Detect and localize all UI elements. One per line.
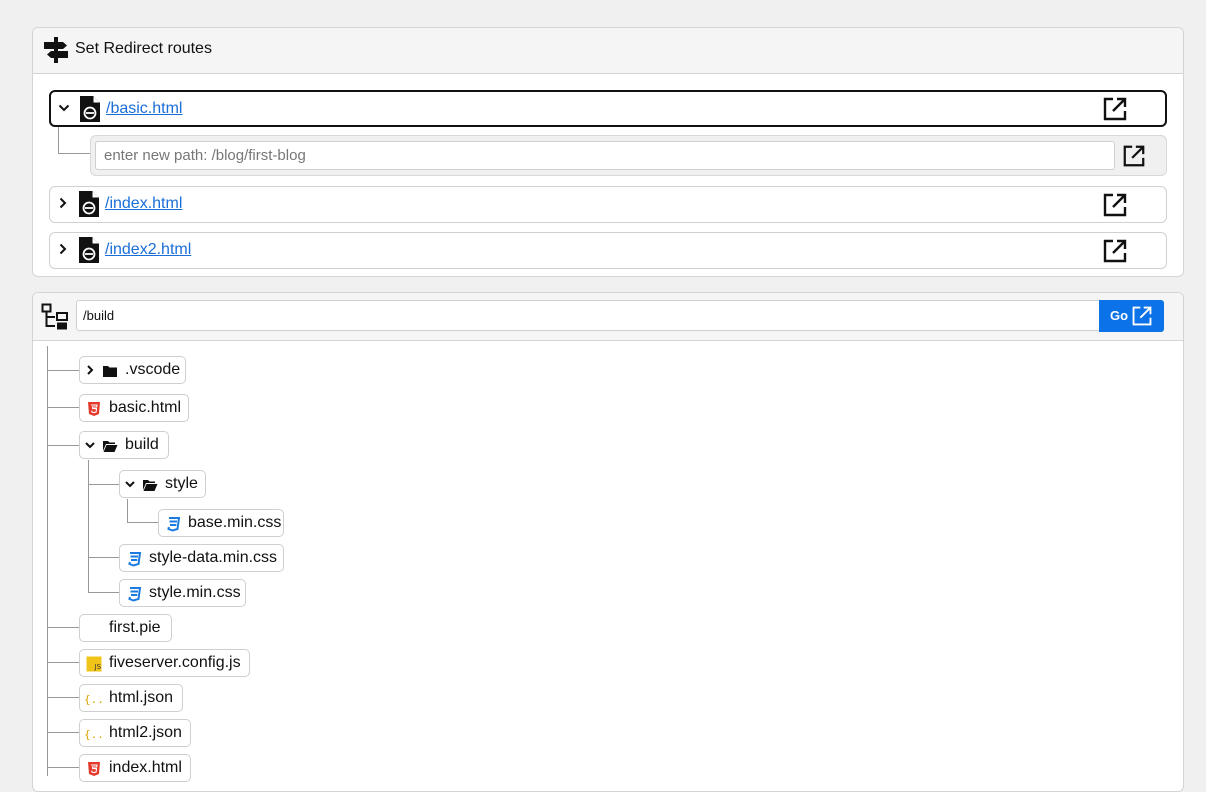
- tree-node-file[interactable]: style-data.min.css: [119, 544, 284, 572]
- folder-open-icon: [143, 480, 158, 491]
- tree-node-folder[interactable]: .vscode: [79, 356, 186, 384]
- tree-node-folder[interactable]: style: [119, 470, 206, 498]
- tree-node-folder[interactable]: build: [79, 431, 169, 459]
- file-link-icon: [80, 96, 100, 122]
- tree-line: [88, 592, 119, 593]
- svg-text:JS: JS: [94, 663, 102, 671]
- tree-line: [47, 407, 79, 408]
- tree-line: [127, 499, 128, 523]
- route-item[interactable]: /index2.html: [49, 232, 1167, 269]
- route-item[interactable]: /basic.html: [49, 90, 1167, 127]
- new-route-row: [90, 135, 1167, 176]
- css3-icon: [128, 552, 142, 567]
- css3-icon: [128, 587, 142, 602]
- js-icon: JS: [86, 656, 102, 672]
- svg-text:{..}: {..}: [84, 728, 104, 741]
- tree-line: [88, 484, 119, 485]
- node-label: style-data.min.css: [149, 549, 278, 566]
- json-icon: {..}: [84, 728, 104, 741]
- go-button[interactable]: Go: [1099, 300, 1164, 332]
- tree-line: [127, 522, 158, 523]
- route-link[interactable]: /index2.html: [105, 241, 191, 259]
- node-label: build: [125, 436, 159, 453]
- external-link-icon[interactable]: [1102, 96, 1128, 122]
- file-tree-icon: [41, 303, 68, 330]
- tree-node-file[interactable]: basic.html: [79, 394, 189, 422]
- new-path-input[interactable]: [95, 141, 1115, 170]
- tree-line: [88, 557, 119, 558]
- folder-open-icon: [103, 441, 118, 452]
- external-link-icon[interactable]: [1102, 192, 1128, 218]
- tree-node-file[interactable]: base.min.css: [158, 509, 284, 537]
- folder-icon: [103, 366, 117, 377]
- path-input[interactable]: [76, 300, 1100, 331]
- node-label: fiveserver.config.js: [109, 654, 241, 671]
- external-link-icon: [1132, 306, 1152, 326]
- tree-line: [47, 732, 79, 733]
- tree-line: [47, 767, 79, 768]
- css3-icon: [167, 517, 181, 532]
- html5-icon: [88, 762, 100, 776]
- tree-line: [47, 346, 48, 776]
- go-button-label: Go: [1110, 308, 1129, 323]
- node-label: html.json: [109, 689, 174, 706]
- chevron-right-icon[interactable]: [56, 242, 70, 256]
- chevron-down-icon[interactable]: [84, 439, 96, 451]
- tree-node-file[interactable]: index.html: [79, 754, 191, 782]
- signpost-icon: [44, 37, 68, 63]
- tree-node-file[interactable]: JS fiveserver.config.js: [79, 649, 250, 677]
- external-link-icon[interactable]: [1122, 144, 1146, 168]
- external-link-icon[interactable]: [1102, 238, 1128, 264]
- file-link-icon: [79, 191, 99, 217]
- chevron-right-icon[interactable]: [56, 196, 70, 210]
- tree-line: [47, 445, 79, 446]
- file-link-icon: [79, 237, 99, 263]
- file-explorer-panel: Go .vscode basic.html build style: [32, 292, 1184, 792]
- route-item[interactable]: /index.html: [49, 186, 1167, 223]
- chevron-right-icon[interactable]: [84, 364, 96, 376]
- tree-connector: [58, 127, 90, 154]
- panel-title: Set Redirect routes: [75, 40, 212, 57]
- tree-line: [47, 662, 79, 663]
- node-label: index.html: [109, 759, 182, 776]
- node-label: .vscode: [125, 361, 181, 378]
- route-link[interactable]: /index.html: [105, 195, 182, 213]
- html5-icon: [88, 402, 100, 416]
- json-icon: {..}: [84, 693, 104, 706]
- node-label: base.min.css: [188, 514, 282, 531]
- redirect-panel-header: Set Redirect routes: [33, 28, 1183, 74]
- chevron-down-icon[interactable]: [124, 478, 136, 490]
- node-label: basic.html: [109, 399, 182, 416]
- explorer-header: Go: [33, 293, 1183, 341]
- tree-line: [88, 460, 89, 592]
- tree-node-file[interactable]: {..} html2.json: [79, 719, 191, 747]
- tree-node-file[interactable]: style.min.css: [119, 579, 246, 607]
- chevron-down-icon[interactable]: [57, 101, 71, 115]
- redirect-routes-panel: Set Redirect routes /basic.html enter ne…: [32, 27, 1184, 277]
- node-label: html2.json: [109, 724, 182, 741]
- svg-text:{..}: {..}: [84, 693, 104, 706]
- node-label: style.min.css: [149, 584, 241, 601]
- tree-line: [47, 627, 79, 628]
- tree-line: [47, 697, 79, 698]
- tree-node-file[interactable]: first.pie: [79, 614, 172, 642]
- tree-node-file[interactable]: {..} html.json: [79, 684, 183, 712]
- node-label: style: [165, 475, 198, 492]
- route-link[interactable]: /basic.html: [106, 100, 182, 118]
- node-label: first.pie: [109, 619, 161, 636]
- tree-line: [47, 370, 79, 371]
